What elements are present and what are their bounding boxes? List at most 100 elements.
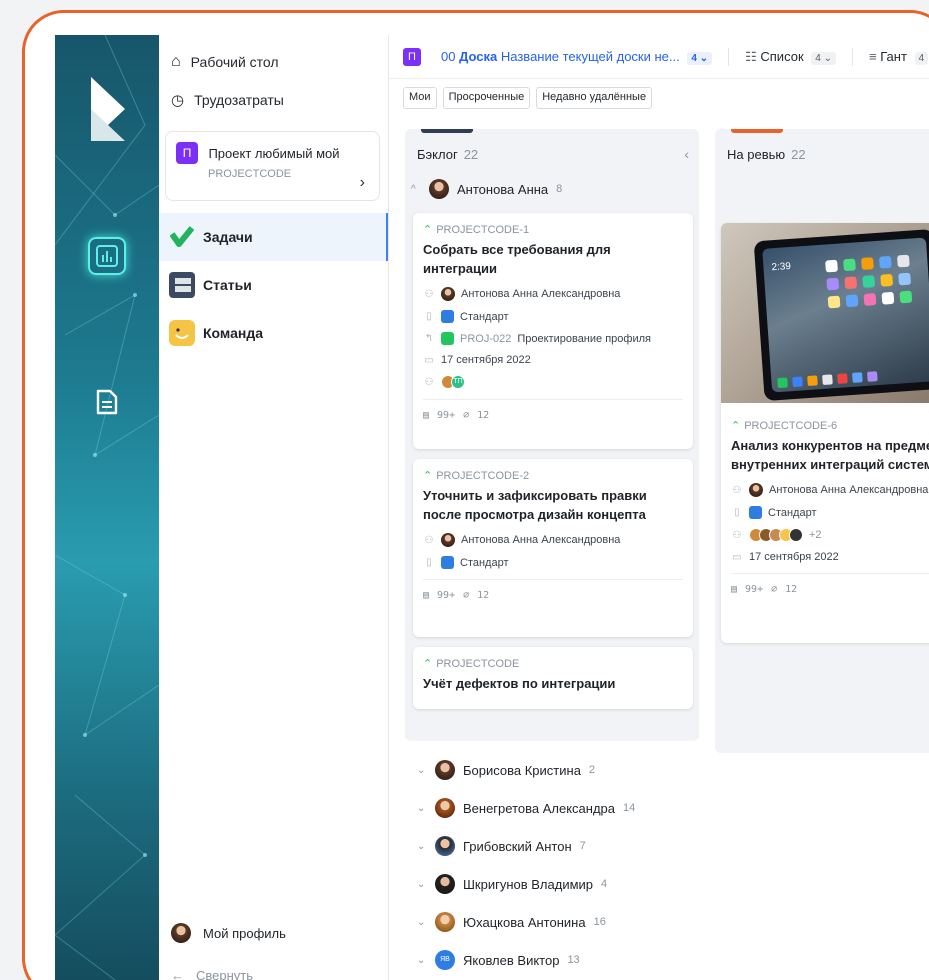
chevron-down-icon: ⌄ xyxy=(417,954,426,966)
calendar-icon: ▭ xyxy=(732,551,742,563)
user-icon: ⚇ xyxy=(732,484,742,496)
link-icon: ↰ xyxy=(424,333,434,344)
board-count[interactable]: 4 ⌄ xyxy=(687,51,713,65)
tab-gantt[interactable]: ≡ Гант 4 xyxy=(869,49,929,65)
collapse-column-icon[interactable]: ‹ xyxy=(684,146,689,162)
type-tag-icon xyxy=(441,556,454,569)
group-header[interactable]: ⌄ Грибовский Антон 7 xyxy=(411,827,705,865)
group-count: 7 xyxy=(579,840,586,852)
nav-desktop-label: Рабочий стол xyxy=(190,54,279,70)
network-background xyxy=(55,35,159,980)
sidebar-item-label: Статьи xyxy=(203,277,252,293)
user-icon: ⚇ xyxy=(424,288,434,300)
attachments-count: 12 xyxy=(477,410,490,421)
tab-list[interactable]: ☷ Список 4 ⌄ xyxy=(745,49,836,65)
dashboard-icon[interactable] xyxy=(88,237,126,275)
group-header[interactable]: ^ Антонова Анна 8 xyxy=(405,177,562,201)
sidebar-item-team[interactable]: Команда xyxy=(159,309,388,357)
avatar xyxy=(435,798,455,818)
task-parent: ↰ PROJ-022 Проектирование профиля xyxy=(424,332,651,345)
sidebar-item-articles[interactable]: Статьи xyxy=(159,261,388,309)
sidebar-item-label: Команда xyxy=(203,325,263,341)
group-name: Антонова Анна xyxy=(457,181,549,197)
task-card[interactable]: ⌃ PROJECTCODE Учёт дефектов по интеграции xyxy=(413,647,693,709)
group-count: 4 xyxy=(601,878,608,890)
group-header[interactable]: ⌄ Юхацкова Антонина 16 xyxy=(411,903,705,941)
task-assignee: ⚇ Антонова Анна Александровна xyxy=(424,533,621,547)
nav-timesheet-label: Трудозатраты xyxy=(194,92,284,108)
filter-deleted[interactable]: Недавно удалённые xyxy=(536,87,653,109)
task-title: Анализ конкурентов на предмет внутренних… xyxy=(731,438,929,472)
filter-overdue[interactable]: Просроченные xyxy=(442,87,531,109)
avatar xyxy=(435,874,455,894)
project-badge: П xyxy=(176,142,198,164)
column-title: На ревью xyxy=(727,146,786,162)
avatar-initials: ТП xyxy=(451,375,465,389)
user-icon: ⚇ xyxy=(424,534,434,546)
list-count[interactable]: 4 ⌄ xyxy=(811,51,836,65)
comment-icon: ▤ xyxy=(423,410,430,421)
task-card[interactable]: ⌃ PROJECTCODE-1 Собрать все требования дл… xyxy=(413,213,693,449)
filter-bar: Мои Просроченные Недавно удалённые xyxy=(389,79,929,117)
group-header[interactable]: ⌄ ЯВ Яковлев Виктор 13 xyxy=(411,941,705,979)
task-members: ⚇ ТП xyxy=(423,375,683,389)
column-accent xyxy=(421,129,473,133)
group-header[interactable]: ⌄ Борисова Кристина 2 xyxy=(411,751,705,789)
column-count: 22 xyxy=(791,146,806,162)
sidebar-item-label: Задачи xyxy=(203,229,253,245)
chevron-down-icon: ⌄ xyxy=(417,878,426,890)
project-selector[interactable]: П Проект любимый мой PROJECTCODE › xyxy=(165,131,380,201)
column-count: 22 xyxy=(463,146,479,162)
avatar xyxy=(171,923,191,943)
divider xyxy=(852,47,853,66)
task-card[interactable]: 2:39 ⌃ PROJECTCODE-6 Анализ конкурентов н… xyxy=(721,223,929,643)
avatar xyxy=(435,836,455,856)
tablet-image: 2:39 xyxy=(753,228,929,402)
column-header: На ревью 22 xyxy=(715,129,929,179)
priority-icon: ⌃ xyxy=(423,470,433,482)
priority-icon: ⌃ xyxy=(731,420,741,432)
paperclip-icon: ⌀ xyxy=(771,584,778,595)
filter-mine[interactable]: Мои xyxy=(403,87,437,109)
group-name: Шкригунов Владимир xyxy=(463,876,594,892)
group-list: ⌄ Борисова Кристина 2 ⌄ Венегретова Алек… xyxy=(411,751,705,979)
gantt-count[interactable]: 4 xyxy=(914,51,929,65)
divider xyxy=(728,47,730,66)
group-header[interactable]: ⌄ Венегретова Александра 14 xyxy=(411,789,705,827)
chevron-down-icon: ⌄ xyxy=(417,916,426,928)
profile-link[interactable]: Мой профиль xyxy=(159,913,388,953)
task-date: ▭ 17 сентября 2022 xyxy=(424,354,531,366)
task-cover-image: 2:39 xyxy=(721,223,929,403)
group-name: Борисова Кристина xyxy=(463,762,581,778)
comments-count: 99+ xyxy=(437,590,456,601)
group-count: 13 xyxy=(567,954,580,966)
group-name: Венегретова Александра xyxy=(463,800,615,816)
column-review: На ревью 22 2:39 ⌃ PROJECTCODE-6 Анализ … xyxy=(715,129,929,753)
task-assignee: ⚇ Антонова Анна Александровна xyxy=(424,287,621,301)
sidebar-item-tasks[interactable]: Задачи xyxy=(159,213,388,261)
task-type: ▯ Стандарт xyxy=(731,506,929,519)
project-badge: П xyxy=(403,47,421,66)
nav-timesheet[interactable]: ◷ Трудозатраты xyxy=(159,81,388,119)
tab-list-label: Список xyxy=(760,48,804,64)
avatar xyxy=(749,483,763,497)
priority-icon: ⌃ xyxy=(423,224,433,236)
group-header[interactable]: ⌄ Шкригунов Владимир 4 xyxy=(411,865,705,903)
task-date: ▭ 17 сентября 2022 xyxy=(732,551,839,563)
users-icon: ⚇ xyxy=(424,376,434,388)
task-card[interactable]: ⌃ PROJECTCODE-2 Уточнить и зафиксировать … xyxy=(413,459,693,637)
collapse-button[interactable]: ← Свернуть xyxy=(159,955,388,980)
task-code: ⌃ PROJECTCODE-6 xyxy=(731,420,838,432)
avatar xyxy=(435,912,455,932)
attachments-count: 12 xyxy=(477,590,490,601)
avatar xyxy=(441,533,455,547)
task-title: Собрать все требования для интеграции xyxy=(423,242,611,276)
tab-board[interactable]: 00 Доска Название текущей доски не... 4 … xyxy=(441,49,713,65)
nav-desktop[interactable]: ⌂ Рабочий стол xyxy=(159,43,388,81)
comments-count: 99+ xyxy=(745,584,764,595)
clock-icon: ◷ xyxy=(171,92,185,109)
list-icon: ☷ xyxy=(745,48,757,64)
document-icon[interactable] xyxy=(88,383,126,421)
chevron-down-icon: ⌄ xyxy=(823,52,832,64)
type-tag-icon xyxy=(441,310,454,323)
